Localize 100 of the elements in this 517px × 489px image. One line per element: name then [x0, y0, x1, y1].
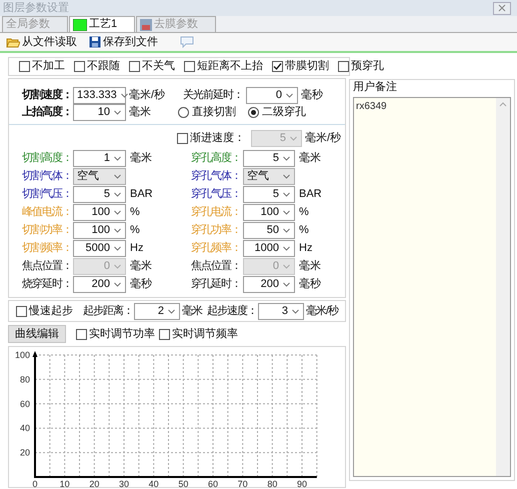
combo-box[interactable]: 100: [73, 222, 126, 238]
comment-icon: [180, 36, 194, 48]
chevron-icon: [167, 306, 176, 316]
unit-label: 毫米: [181, 304, 204, 319]
window-title: 图层参数设置: [3, 0, 69, 16]
field-label: 关光前延时：: [183, 88, 243, 103]
field-label: 峰值电流：: [22, 204, 73, 220]
toolbar-button[interactable]: 从文件读取: [4, 33, 79, 51]
scrollbar[interactable]: [496, 98, 510, 476]
group-title: 用户备注: [353, 80, 398, 95]
combo-box[interactable]: 1: [73, 150, 126, 166]
combo-box[interactable]: 133.333: [73, 86, 126, 104]
field-label: 切割功率：: [22, 222, 73, 238]
folder-icon: [6, 36, 20, 48]
field-label: 焦点位置：: [191, 258, 242, 274]
checkbox[interactable]: 不加工: [19, 58, 65, 75]
combo-box[interactable]: 2: [134, 302, 180, 320]
unit-label: 毫米: [128, 104, 152, 120]
y-tick-label: 100: [14, 350, 30, 360]
checkbox[interactable]: 不关气: [129, 58, 175, 75]
field-label: 起步距离：: [83, 304, 133, 319]
unit-label: Hz: [129, 240, 144, 256]
x-tick-label: 60: [208, 479, 218, 489]
combo-box[interactable]: 0: [246, 86, 298, 104]
unit-label: 毫秒: [129, 276, 153, 292]
field-label: 焦点位置：: [22, 258, 73, 274]
unit-label: 毫秒: [300, 88, 323, 103]
checkbox[interactable]: 慢速起步: [16, 302, 73, 320]
x-tick-label: 20: [89, 479, 100, 489]
unit-label: 毫米: [129, 150, 153, 166]
combo-box[interactable]: 10: [73, 104, 126, 121]
x-tick-label: 0: [32, 479, 38, 489]
field-label: 穿孔延时：: [191, 276, 242, 292]
y-tick-label: 40: [20, 423, 30, 434]
combo-box[interactable]: 5000: [73, 240, 126, 256]
unit-label: BAR: [298, 186, 322, 202]
combo-box[interactable]: 200: [73, 276, 126, 292]
y-tick-label: 80: [20, 374, 30, 384]
unit-label: 毫米/秒: [304, 130, 342, 146]
curve-edit-button[interactable]: 曲线编辑: [8, 325, 66, 343]
combo-box[interactable]: 100: [73, 204, 126, 220]
field-label: 切割高度：: [22, 150, 73, 166]
combo-box[interactable]: 5: [243, 150, 295, 166]
radio-button[interactable]: 直接切割: [178, 104, 236, 121]
close-button[interactable]: [493, 2, 511, 14]
dropdown[interactable]: 空气: [73, 168, 126, 184]
combo-box[interactable]: 1000: [243, 240, 295, 256]
image-icon: [140, 18, 152, 30]
x-tick-label: 10: [60, 479, 70, 489]
field-label: 切割速度：: [22, 88, 73, 103]
unit-label: 毫米/秒: [305, 304, 340, 319]
unit-label: %: [129, 204, 141, 220]
field-label: 穿孔电流：: [191, 204, 242, 220]
x-tick-label: 30: [119, 479, 129, 489]
combo-box[interactable]: 200: [243, 276, 295, 292]
field-label: 穿孔功率：: [191, 222, 242, 238]
field-label: 上抬高度：: [22, 104, 73, 120]
field-label: 切割气压：: [22, 186, 73, 202]
x-tick-label: 70: [238, 479, 248, 489]
x-tick-label: 90: [297, 479, 307, 489]
checkbox[interactable]: 实时调节功率: [76, 326, 155, 342]
unit-label: 毫秒: [298, 276, 321, 292]
y-tick-label: 60: [20, 398, 30, 409]
unit-label: 毫米: [298, 150, 321, 166]
unit-label: BAR: [129, 186, 154, 202]
unit-label: 毫米/秒: [128, 88, 166, 103]
x-tick-label: 50: [178, 479, 188, 489]
check-icon: [273, 62, 282, 71]
chevron-icon: [285, 90, 294, 100]
checkbox[interactable]: 带膜切割: [272, 58, 329, 75]
tab[interactable]: 工艺1: [69, 16, 136, 32]
field-label: 穿孔高度：: [191, 150, 242, 166]
unit-label: Hz: [298, 240, 312, 256]
swatch-icon: [73, 18, 87, 30]
combo-box[interactable]: 5: [243, 186, 295, 202]
unit-label: %: [129, 222, 141, 238]
unit-label: %: [298, 222, 309, 238]
combo-box[interactable]: 3: [258, 302, 304, 320]
combo-box[interactable]: 100: [243, 204, 295, 220]
chevron-icon: [291, 306, 300, 316]
field-label: 起步速度：: [207, 304, 257, 319]
dropdown[interactable]: 空气: [243, 168, 295, 184]
checkbox[interactable]: 实时调节频率: [159, 326, 238, 342]
field-label: 穿孔频率：: [191, 240, 242, 256]
combo-box[interactable]: 50: [243, 222, 295, 238]
checkbox[interactable]: 预穿孔: [338, 58, 384, 75]
radio-button[interactable]: 二级穿孔: [248, 104, 306, 121]
unit-label: 毫米: [129, 258, 153, 274]
field-label: 烧穿延时：: [22, 276, 73, 292]
combo-box[interactable]: 5: [73, 186, 126, 202]
chevron-icon: [289, 134, 298, 142]
field-label: 切割气体：: [22, 168, 73, 184]
notes-field[interactable]: rx6349: [353, 96, 511, 477]
toolbar-button[interactable]: 保存到文件: [87, 33, 160, 51]
checkbox[interactable]: 不跟随: [74, 58, 120, 75]
checkbox[interactable]: 短距离不上抬: [184, 58, 263, 75]
field-label: 切割频率：: [22, 240, 73, 256]
scroll-up-icon: [499, 100, 507, 106]
y-tick-label: 20: [20, 448, 30, 458]
x-tick-label: 40: [148, 479, 159, 489]
